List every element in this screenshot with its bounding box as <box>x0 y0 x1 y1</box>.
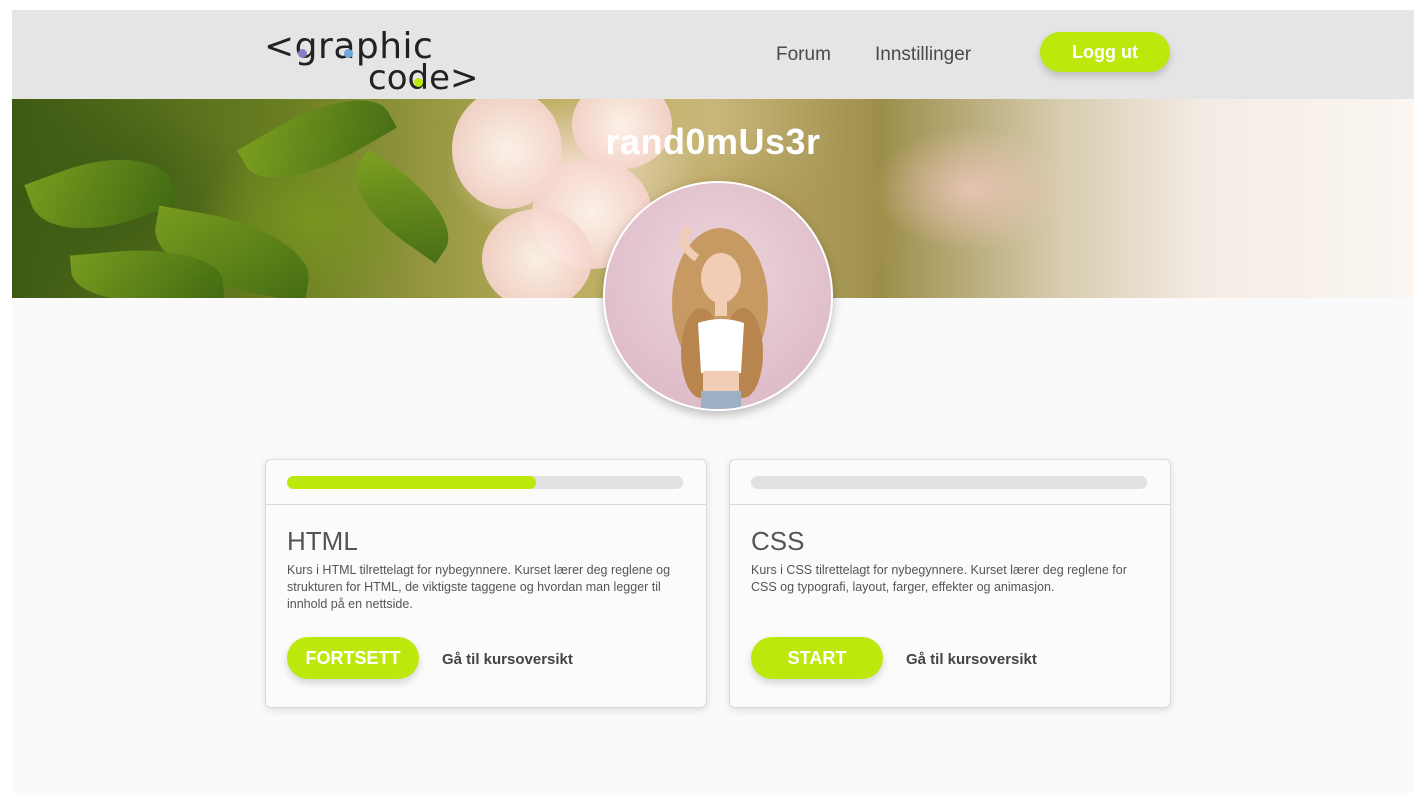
logo-dot-purple <box>298 49 307 58</box>
course-progress-track <box>287 476 683 489</box>
course-overview-link[interactable]: Gå til kursoversikt <box>442 651 573 668</box>
top-header: <graphic code> Forum Innstillinger Logg … <box>12 10 1414 99</box>
nav-forum-link[interactable]: Forum <box>776 44 831 66</box>
logo-dot-blue <box>344 49 353 58</box>
course-overview-link[interactable]: Gå til kursoversikt <box>906 651 1037 668</box>
continue-course-button[interactable]: FORTSETT <box>287 637 419 679</box>
page: <graphic code> Forum Innstillinger Logg … <box>12 10 1414 793</box>
course-title: CSS <box>751 526 805 556</box>
course-description: Kurs i CSS tilrettelagt for nybegynnere.… <box>751 563 1127 594</box>
course-progress-track <box>751 476 1147 489</box>
start-course-button[interactable]: START <box>751 637 883 679</box>
avatar-portrait <box>672 225 768 409</box>
course-progress-section <box>266 460 706 505</box>
logo-dot-green <box>414 78 423 87</box>
profile-username: rand0mUs3r <box>605 121 821 162</box>
profile-avatar[interactable] <box>603 181 833 411</box>
course-card-html: HTML Kurs i HTML tilrettelagt for nybegy… <box>265 459 707 708</box>
logout-button[interactable]: Logg ut <box>1040 32 1170 72</box>
banner-leaf <box>337 149 467 264</box>
course-card-css: CSS Kurs i CSS tilrettelagt for nybegynn… <box>729 459 1171 708</box>
graphic-code-logo[interactable]: <graphic code> <box>264 20 484 98</box>
banner-flower-petal <box>482 209 592 298</box>
logo-line-2: code> <box>368 58 479 98</box>
course-title: HTML <box>287 526 358 556</box>
nav-settings-link[interactable]: Innstillinger <box>875 44 971 66</box>
course-progress-section <box>730 460 1170 505</box>
course-description: Kurs i HTML tilrettelagt for nybegynnere… <box>287 563 671 611</box>
course-progress-fill <box>287 476 537 489</box>
